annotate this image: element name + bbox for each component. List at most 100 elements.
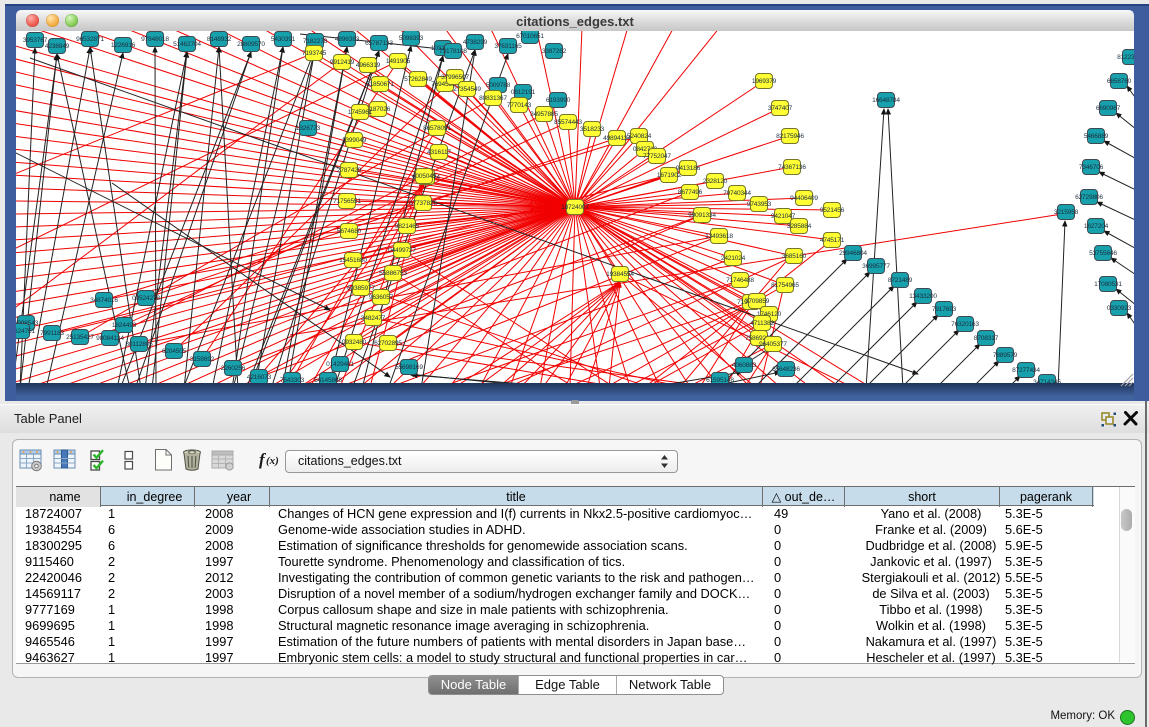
svg-text:2421024: 2421024 (721, 255, 746, 262)
svg-text:37996507: 37996507 (441, 74, 469, 81)
svg-text:54145868: 54145868 (314, 377, 342, 383)
svg-text:4238849: 4238849 (45, 43, 70, 50)
svg-text:65787133: 65787133 (365, 40, 393, 47)
svg-text:00524278: 00524278 (132, 295, 160, 302)
svg-text:8148932: 8148932 (207, 36, 232, 43)
svg-text:19384554: 19384554 (606, 271, 634, 278)
svg-text:34714345: 34714345 (1033, 379, 1061, 383)
svg-text:5240824: 5240824 (627, 133, 652, 140)
svg-text:1969379: 1969379 (752, 78, 777, 85)
svg-text:36995777: 36995777 (862, 263, 890, 270)
svg-text:74367136: 74367136 (778, 164, 806, 171)
svg-text:4966319: 4966319 (356, 62, 381, 69)
svg-text:3482477: 3482477 (361, 315, 386, 322)
svg-text:7182278: 7182278 (303, 38, 328, 45)
svg-text:16648784: 16648784 (872, 97, 900, 104)
svg-text:0932480: 0932480 (342, 339, 367, 346)
svg-text:96405377: 96405377 (759, 341, 787, 348)
svg-text:9521456: 9521456 (820, 207, 845, 214)
svg-text:17080531: 17080531 (1094, 281, 1122, 288)
svg-text:3709859: 3709859 (745, 298, 770, 305)
svg-text:7543303: 7543303 (280, 377, 305, 383)
svg-text:80831367: 80831367 (479, 95, 507, 102)
svg-text:34624751: 34624751 (16, 328, 35, 335)
svg-text:1491905: 1491905 (386, 58, 411, 65)
svg-text:04499727: 04499727 (388, 247, 416, 254)
svg-text:8677496: 8677496 (678, 189, 703, 196)
svg-text:7193745: 7193745 (302, 50, 327, 57)
svg-text:5466889: 5466889 (1084, 133, 1109, 140)
svg-text:6690967: 6690967 (1096, 105, 1121, 112)
svg-text:1671902: 1671902 (657, 172, 682, 179)
svg-text:01429401: 01429401 (326, 361, 354, 368)
svg-text:37631165: 37631165 (494, 43, 522, 50)
svg-text:9821465: 9821465 (395, 223, 420, 230)
svg-text:85574443: 85574443 (554, 119, 582, 126)
svg-text:8708317: 8708317 (974, 335, 999, 342)
svg-text:51462704: 51462704 (173, 41, 201, 48)
svg-text:1627204: 1627204 (1084, 223, 1109, 230)
svg-text:77752047: 77752047 (643, 153, 671, 160)
svg-text:57262849: 57262849 (404, 76, 432, 83)
svg-text:1824493: 1824493 (112, 322, 137, 329)
svg-text:5009788: 5009788 (486, 82, 511, 89)
svg-text:99091334: 99091334 (688, 212, 716, 219)
svg-text:81223623: 81223623 (1117, 54, 1134, 61)
svg-text:7917693: 7917693 (932, 306, 957, 313)
svg-text:3747407: 3747407 (768, 105, 793, 112)
svg-text:51850671: 51850671 (366, 81, 394, 88)
svg-text:0330923: 0330923 (1107, 305, 1132, 312)
svg-text:55886753: 55886753 (379, 270, 407, 277)
svg-text:28809570: 28809570 (237, 41, 265, 48)
svg-text:(x): (x) (266, 455, 279, 467)
svg-text:94406409: 94406409 (790, 195, 818, 202)
svg-text:62729806: 62729806 (1075, 194, 1103, 201)
svg-text:81754965: 81754965 (771, 282, 799, 289)
svg-text:29946804: 29946804 (839, 250, 867, 257)
svg-text:2787429: 2787429 (337, 167, 362, 174)
svg-text:7346706: 7346706 (1079, 164, 1104, 171)
svg-text:98084124: 98084124 (96, 335, 124, 342)
svg-text:13433200: 13433200 (909, 293, 937, 300)
svg-text:5674680: 5674680 (337, 228, 362, 235)
svg-text:73178108: 73178108 (439, 48, 467, 55)
svg-text:4745171: 4745171 (820, 237, 845, 244)
svg-text:7889579: 7889579 (993, 352, 1018, 359)
svg-text:6658760: 6658760 (1107, 78, 1132, 85)
svg-text:2260256: 2260256 (221, 365, 246, 372)
svg-text:4316117: 4316117 (427, 149, 451, 156)
svg-text:3285884: 3285884 (787, 223, 812, 230)
svg-text:5098393: 5098393 (399, 35, 424, 42)
svg-text:61595148: 61595148 (706, 377, 734, 383)
svg-text:3158692: 3158692 (190, 356, 215, 363)
svg-text:9636057: 9636057 (369, 294, 394, 301)
svg-text:4005045: 4005045 (412, 173, 437, 180)
svg-text:8721489: 8721489 (888, 277, 913, 284)
svg-text:3685160: 3685160 (782, 253, 807, 260)
svg-text:4711382: 4711382 (750, 320, 774, 327)
svg-text:67010651: 67010651 (516, 33, 544, 40)
svg-text:53755646: 53755646 (1089, 250, 1117, 257)
svg-text:80112805: 80112805 (125, 341, 153, 348)
svg-text:97848018: 97848018 (141, 36, 169, 43)
svg-text:1226916: 1226916 (111, 42, 136, 49)
svg-text:3387262: 3387262 (542, 48, 567, 55)
svg-text:71756551: 71756551 (333, 198, 361, 205)
svg-text:3215958: 3215958 (1054, 209, 1079, 216)
svg-text:9912419: 9912419 (330, 59, 355, 66)
svg-text:4896383: 4896383 (335, 36, 360, 43)
svg-text:60385977: 60385977 (347, 285, 375, 292)
svg-text:25135427: 25135427 (66, 334, 94, 341)
svg-text:3518233: 3518233 (580, 126, 605, 133)
svg-text:7991183: 7991183 (40, 330, 64, 337)
svg-text:2328120: 2328120 (703, 178, 728, 185)
svg-text:79740344: 79740344 (723, 190, 751, 197)
svg-text:96532871: 96532871 (76, 36, 104, 43)
svg-text:87277434: 87277434 (1012, 367, 1040, 374)
svg-text:1399049: 1399049 (342, 137, 367, 144)
svg-text:13493618: 13493618 (705, 233, 733, 240)
svg-text:34874016: 34874016 (90, 297, 118, 304)
svg-text:1326773: 1326773 (296, 125, 321, 132)
svg-text:55698169: 55698169 (395, 364, 423, 371)
svg-text:7770143: 7770143 (507, 102, 532, 109)
